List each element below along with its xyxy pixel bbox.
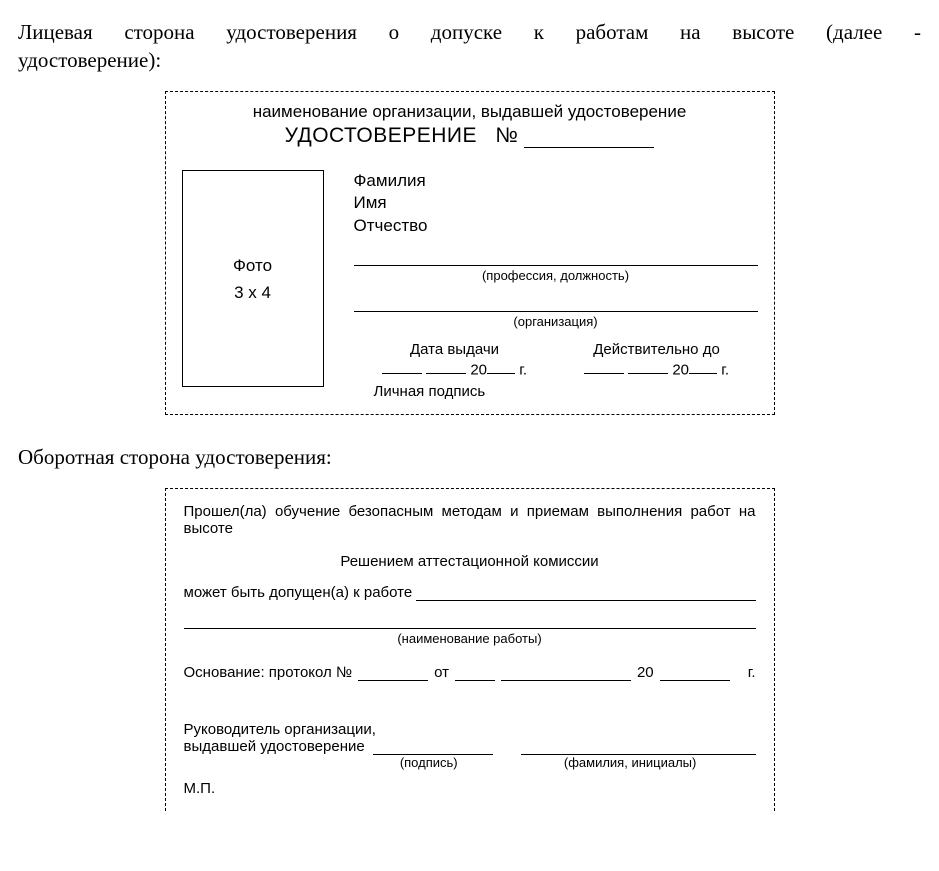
patronymic-label: Отчество	[354, 215, 758, 237]
number-prefix: №	[495, 124, 518, 148]
valid-until-ymid: 20	[672, 361, 689, 378]
back-card-wrap: Прошел(ла) обучение безопасным методам и…	[18, 488, 921, 811]
intro-line-2: удостоверение):	[18, 48, 921, 73]
profession-field[interactable]	[354, 243, 758, 266]
date-issue-line: 20 г.	[354, 360, 556, 379]
sig-caption: (подпись)	[365, 755, 493, 772]
work-caption: (наименование работы)	[184, 631, 756, 646]
basis-label: Основание: протокол №	[184, 664, 353, 681]
head-line-2: выдавшей удостоверение	[184, 738, 365, 755]
date-issue-block: Дата выдачи 20 г.	[354, 341, 556, 379]
valid-until-day[interactable]	[584, 360, 624, 375]
basis-row: Основание: протокол № от 20 г.	[184, 664, 756, 681]
back-title: Оборотная сторона удостоверения:	[18, 445, 921, 470]
organization-field[interactable]	[354, 289, 758, 312]
front-card: наименование организации, выдавшей удост…	[165, 91, 775, 415]
admitted-label: может быть допущен(а) к работе	[184, 584, 413, 601]
photo-size: 3 x 4	[234, 279, 271, 306]
caption-row: выдавшей удостоверение (подпись) (фамили…	[184, 755, 756, 772]
fio-caption: (фамилия, инициалы)	[505, 755, 756, 772]
protocol-month[interactable]	[501, 667, 631, 682]
head-line-2-row: выдавшей удостоверение	[184, 738, 756, 755]
back-card: Прошел(ла) обучение безопасным методам и…	[165, 488, 775, 811]
organization-caption: (организация)	[354, 314, 758, 329]
valid-until-yy[interactable]	[689, 360, 717, 375]
dates-row: Дата выдачи 20 г. Действительно до	[354, 341, 758, 379]
valid-until-line: 20 г.	[556, 360, 758, 379]
front-body: Фото 3 x 4 Фамилия Имя Отчество (професс…	[182, 170, 758, 400]
training-line-1: Прошел(ла) обучение безопасным методам и…	[184, 503, 756, 520]
front-card-wrap: наименование организации, выдавшей удост…	[18, 91, 921, 415]
admitted-row: может быть допущен(а) к работе	[184, 584, 756, 601]
date-issue-day[interactable]	[382, 360, 422, 375]
surname-label: Фамилия	[354, 170, 758, 192]
protocol-number-field[interactable]	[358, 667, 428, 682]
certificate-title-row: УДОСТОВЕРЕНИЕ №	[182, 124, 758, 148]
photo-label: Фото	[233, 252, 272, 279]
protocol-ymid: 20	[637, 664, 654, 681]
valid-until-month[interactable]	[628, 360, 668, 375]
date-issue-label: Дата выдачи	[354, 341, 556, 358]
valid-until-suffix: г.	[721, 361, 729, 378]
from-label: от	[434, 664, 449, 681]
personal-signature: Личная подпись	[374, 383, 758, 400]
photo-box: Фото 3 x 4	[182, 170, 324, 387]
intro-line-1: Лицевая сторона удостоверения о допуске …	[18, 18, 921, 46]
date-issue-ymid: 20	[470, 361, 487, 378]
admitted-row-2	[184, 613, 756, 629]
certificate-word: УДОСТОВЕРЕНИЕ	[285, 124, 477, 148]
number-field[interactable]	[524, 147, 654, 148]
org-placeholder: наименование организации, выдавшей удост…	[182, 102, 758, 122]
decision-line: Решением аттестационной комиссии	[184, 553, 756, 570]
date-issue-month[interactable]	[426, 360, 466, 375]
valid-until-block: Действительно до 20 г.	[556, 341, 758, 379]
protocol-day[interactable]	[455, 667, 495, 682]
name-label: Имя	[354, 192, 758, 214]
admitted-field-2[interactable]	[184, 613, 756, 629]
admitted-field-1[interactable]	[416, 585, 755, 601]
date-issue-suffix: г.	[519, 361, 527, 378]
valid-until-label: Действительно до	[556, 341, 758, 358]
fields-block: Фамилия Имя Отчество (профессия, должнос…	[354, 170, 758, 400]
head-fio-field[interactable]	[521, 739, 756, 755]
protocol-yy[interactable]	[660, 667, 730, 682]
date-issue-yy[interactable]	[487, 360, 515, 375]
head-signature-field[interactable]	[373, 739, 493, 755]
profession-caption: (профессия, должность)	[354, 268, 758, 283]
protocol-suffix: г.	[748, 664, 756, 681]
mp-label: М.П.	[184, 780, 756, 797]
head-line-1: Руководитель организации,	[184, 721, 756, 738]
training-line-2: высоте	[184, 520, 756, 537]
